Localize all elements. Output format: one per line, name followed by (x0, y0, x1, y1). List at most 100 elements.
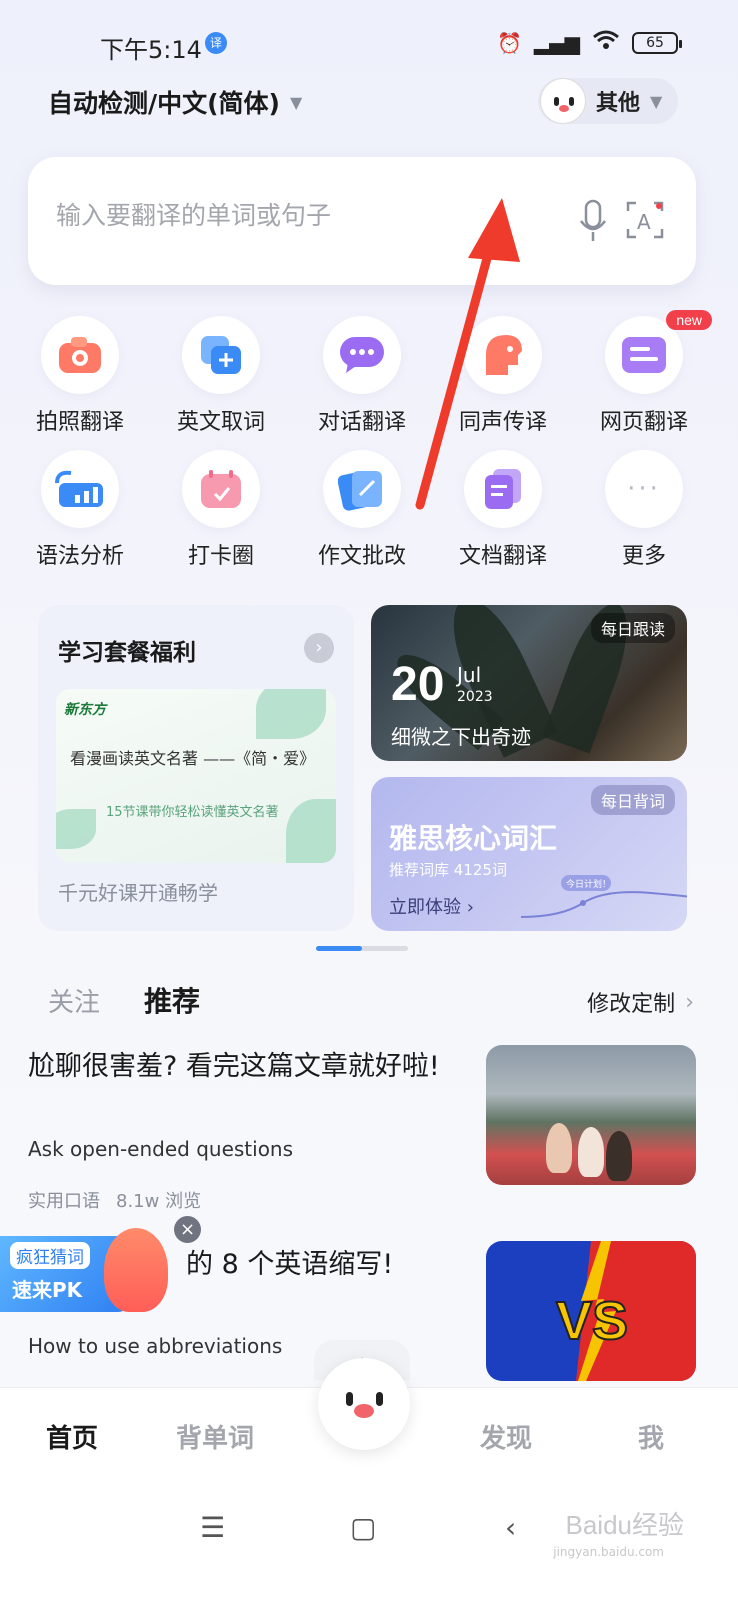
svg-text:A: A (637, 210, 651, 234)
nav-vocab[interactable]: 背单词 (176, 1418, 254, 1455)
ad-subtitle: 速来PK (12, 1278, 83, 1302)
article-thumbnail[interactable]: VS (486, 1241, 696, 1381)
brand-logo: 新东方 (64, 702, 106, 718)
date-year: 2023 (457, 689, 493, 705)
feature-label: 文档翻译 (458, 544, 547, 569)
feature-document-translate[interactable]: 文档翻译 (443, 450, 563, 570)
vocab-subtitle: 推荐词库 4125词 (389, 861, 507, 879)
daily-reading-tag: 每日跟读 (590, 613, 675, 643)
bottom-navigation: 首页 背单词 发现 我 (0, 1358, 738, 1483)
calendar-icon (182, 450, 260, 528)
battery-icon: 65 (632, 31, 682, 54)
language-label: 自动检测/中文(简体) (48, 89, 280, 118)
mascot-icon (104, 1228, 168, 1312)
article-title[interactable]: 尬聊很害羞? 看完这篇文章就好啦! (28, 1046, 448, 1088)
customize-button[interactable]: 修改定制 › (587, 986, 694, 1018)
feature-label: 同声传译 (458, 410, 547, 435)
search-input[interactable] (56, 201, 536, 230)
date-day: 20 (391, 658, 445, 711)
chat-icon (323, 316, 401, 394)
more-icon: ··· (605, 450, 683, 528)
nav-me[interactable]: 我 (638, 1418, 664, 1455)
tab-recommend[interactable]: 推荐 (144, 980, 200, 1020)
chart-icon (41, 450, 119, 528)
article-category: 实用口语 (28, 1191, 100, 1212)
feature-label: 打卡圈 (187, 544, 254, 569)
feature-label: 拍照翻译 (35, 410, 124, 435)
home-icon[interactable]: ▢ (350, 1511, 376, 1544)
article-title[interactable]: 的 8 个英语缩写! (186, 1242, 393, 1281)
edit-icon (323, 450, 401, 528)
banner-headline: 看漫画读英文名著 ——《简・爱》 (70, 749, 316, 768)
status-icons: ⏰ ▂▄▆ 65 (496, 30, 682, 55)
feature-photo-translate[interactable]: 拍照翻译 (20, 316, 140, 436)
feature-label: 语法分析 (35, 544, 124, 569)
caret-down-icon: ▼ (650, 91, 663, 111)
chevron-right-icon[interactable]: › (304, 633, 334, 663)
promo-subtitle: 千元好课开通畅学 (58, 881, 218, 905)
nav-discover[interactable]: 发现 (480, 1418, 532, 1455)
scan-text-icon[interactable]: A (626, 201, 664, 239)
status-time: 下午5:14 (100, 36, 202, 64)
article-meta: 实用口语 8.1w 浏览 (28, 1187, 201, 1213)
article-subtitle: Ask open-ended questions (28, 1137, 294, 1161)
document-icon (464, 450, 542, 528)
article-views: 8.1w 浏览 (116, 1191, 202, 1212)
daily-reading-card[interactable]: 每日跟读 20 Jul 2023 细微之下出奇迹 (371, 605, 687, 761)
other-account-button[interactable]: 其他 ▼ (538, 78, 678, 124)
feature-simultaneous[interactable]: 同声传译 (443, 316, 563, 436)
caret-down-icon: ▼ (289, 92, 303, 112)
watermark-logo: Baidu经验 (565, 1510, 685, 1540)
feature-webpage-translate[interactable]: 网页翻译 new (584, 310, 712, 436)
feature-label: 英文取词 (176, 410, 265, 435)
feature-grammar[interactable]: 语法分析 (20, 450, 140, 570)
feature-label: 作文批改 (317, 544, 406, 569)
banner-subline: 15节课带你轻松读懂英文名著 (106, 805, 279, 820)
feature-checkin[interactable]: 打卡圈 (161, 450, 281, 570)
add-word-icon (182, 316, 260, 394)
feature-word-pick[interactable]: 英文取词 (161, 316, 281, 436)
nav-home[interactable]: 首页 (46, 1418, 98, 1455)
feature-label: 更多 (621, 544, 666, 569)
promo-package-card[interactable]: 学习套餐福利 › 新东方 看漫画读英文名著 ——《简・爱》 15节课带你轻松读懂… (38, 605, 354, 931)
feature-essay-correct[interactable]: 作文批改 (302, 450, 422, 570)
ad-title: 疯狂猜词 (10, 1242, 90, 1269)
daily-caption: 细微之下出奇迹 (391, 725, 531, 749)
microphone-icon[interactable] (578, 199, 608, 243)
close-icon[interactable]: × (174, 1216, 201, 1243)
other-label: 其他 (596, 91, 641, 116)
mascot-center-button[interactable] (318, 1358, 410, 1450)
word-game-ad[interactable]: 疯狂猜词 速来PK (0, 1228, 176, 1316)
try-now-link[interactable]: 立即体验 › (389, 893, 474, 919)
alarm-icon: ⏰ (496, 30, 522, 55)
tab-follow[interactable]: 关注 (48, 982, 100, 1019)
customize-label: 修改定制 (587, 992, 676, 1017)
feature-more[interactable]: ··· 更多 (584, 450, 704, 570)
plan-label: 今日计划！ (566, 878, 611, 890)
promo-banner[interactable]: 新东方 看漫画读英文名著 ——《简・爱》 15节课带你轻松读懂英文名著 (56, 689, 336, 863)
menu-icon[interactable]: ☰ (200, 1511, 225, 1544)
ielts-vocab-card[interactable]: 每日背词 雅思核心词汇 推荐词库 4125词 立即体验 › 今日计划！ (371, 777, 687, 931)
new-badge: new (666, 310, 712, 330)
simultaneous-icon (464, 316, 542, 394)
feature-dialog-translate[interactable]: 对话翻译 (302, 316, 422, 436)
daily-words-tag: 每日背词 (590, 785, 675, 815)
date-month: Jul (457, 663, 482, 687)
watermark-url: jingyan.baidu.com (553, 1545, 664, 1559)
feature-label: 对话翻译 (317, 410, 406, 435)
wifi-icon (592, 30, 620, 55)
progress-curve-icon: 今日计划！ (521, 875, 687, 918)
article-thumbnail[interactable] (486, 1045, 696, 1185)
back-icon[interactable]: ‹ (505, 1511, 516, 1544)
signal-icon: ▂▄▆ (533, 30, 580, 55)
camera-icon (41, 316, 119, 394)
vocab-title: 雅思核心词汇 (389, 822, 558, 855)
carousel-indicator (316, 946, 408, 951)
search-box[interactable]: A (28, 157, 696, 285)
language-selector[interactable]: 自动检测/中文(简体) ▼ (48, 84, 302, 120)
svg-text:VS: VS (556, 1291, 628, 1351)
article-subtitle: How to use abbreviations (28, 1334, 283, 1358)
avatar (540, 78, 586, 124)
chevron-right-icon: › (685, 989, 694, 1015)
app-notification-icon: 译 (205, 32, 227, 54)
